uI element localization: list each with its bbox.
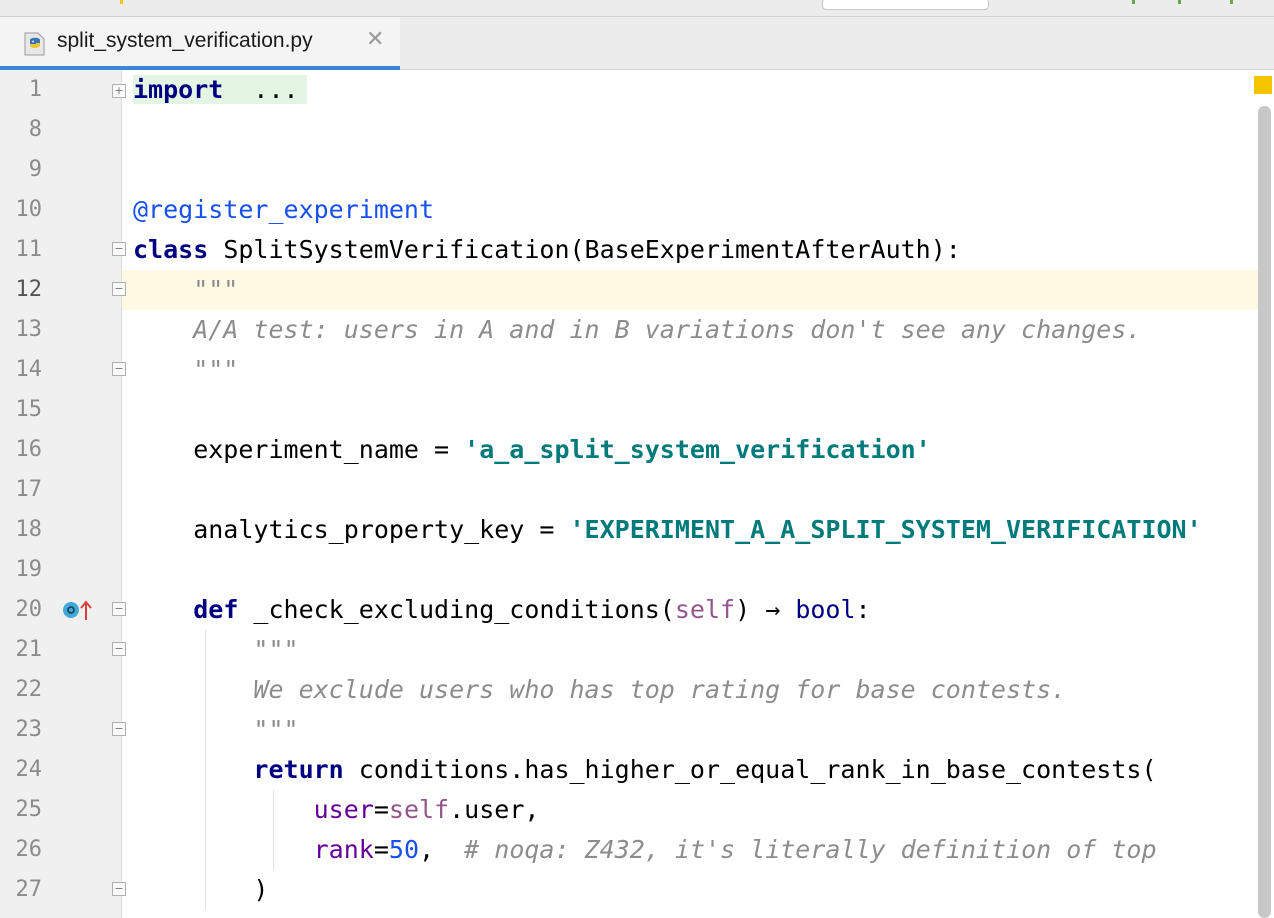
assignment: experiment_name = <box>133 435 465 464</box>
fold-end-icon[interactable]: − <box>112 362 126 376</box>
return-type: bool <box>795 595 856 624</box>
top-toolbar <box>0 0 1274 17</box>
editor-tab[interactable]: split_system_verification.py ✕ <box>0 17 400 70</box>
line-number: 8 <box>28 117 42 142</box>
code-line-10: @register_experiment <box>133 190 434 230</box>
code-line-27: ) <box>133 875 269 904</box>
close-tab-icon[interactable]: ✕ <box>366 27 384 52</box>
line-number: 24 <box>15 757 43 782</box>
code-line-20: def _check_excluding_conditions(self) → … <box>133 590 871 630</box>
string-literal: 'a_a_split_system_verification' <box>464 435 931 464</box>
line-number: 17 <box>15 477 43 502</box>
class-declaration: SplitSystemVerification(BaseExperimentAf… <box>208 235 961 264</box>
keyword: import <box>133 75 224 104</box>
python-file-icon <box>24 32 45 56</box>
line-number: 13 <box>15 317 43 342</box>
keyword-argument: user <box>313 795 374 824</box>
inline-comment: # noqa: Z432, it's literally definition … <box>464 835 1157 864</box>
code-line-23: """ <box>133 715 299 744</box>
fold-collapse-icon[interactable]: − <box>112 602 126 616</box>
return-arrow: ) → <box>735 595 796 624</box>
code-editor[interactable]: 1 8 9 10 11 12 13 14 15 16 17 18 19 20 2… <box>0 70 1274 918</box>
code-line-18: analytics_property_key = 'EXPERIMENT_A_A… <box>133 510 1202 550</box>
vertical-scrollbar[interactable] <box>1258 106 1271 918</box>
line-number: 22 <box>15 677 43 702</box>
code-line-14: """ <box>133 355 239 384</box>
colon: : <box>855 595 871 624</box>
fold-collapse-icon[interactable]: − <box>112 642 126 656</box>
line-number: 26 <box>15 837 43 862</box>
fold-end-icon[interactable]: − <box>112 722 126 736</box>
equals: = <box>373 795 389 824</box>
equals: = <box>373 835 389 864</box>
line-number: 10 <box>15 197 43 222</box>
assignment: analytics_property_key = <box>133 515 570 544</box>
folded-imports[interactable]: import ... <box>133 75 307 104</box>
line-number: 18 <box>15 517 43 542</box>
line-number: 11 <box>15 237 43 262</box>
function-call: conditions.has_higher_or_equal_rank_in_b… <box>343 755 1157 784</box>
fold-end-icon[interactable]: − <box>112 882 126 896</box>
code-line-22: We exclude users who has top rating for … <box>133 675 1067 704</box>
code-line-12: """ <box>133 275 239 304</box>
line-number: 16 <box>15 437 43 462</box>
line-number: 20 <box>15 597 43 622</box>
code-line-24: return conditions.has_higher_or_equal_ra… <box>133 750 1157 790</box>
number-literal: 50 <box>388 835 420 864</box>
line-number-current: 12 <box>15 277 43 302</box>
fold-collapse-icon[interactable]: − <box>112 242 126 256</box>
keyword-argument: rank <box>313 835 374 864</box>
code-line-21: """ <box>133 635 299 664</box>
toolbar-icon[interactable] <box>1132 0 1135 4</box>
line-number: 27 <box>15 877 43 902</box>
line-number: 21 <box>15 637 43 662</box>
decorator: @register_experiment <box>133 195 435 224</box>
fold-expand-icon[interactable]: + <box>112 84 126 98</box>
keyword: def <box>193 595 239 624</box>
line-number: 15 <box>15 397 43 422</box>
line-number: 14 <box>15 357 43 382</box>
warning-marker-icon[interactable] <box>1254 76 1272 94</box>
line-number: 9 <box>28 157 42 182</box>
function-name: _check_excluding_conditions( <box>238 595 675 624</box>
toolbar-icon[interactable] <box>120 0 123 4</box>
comma: , <box>419 835 465 864</box>
line-number: 25 <box>15 797 43 822</box>
code-line-1: import ... <box>133 70 307 110</box>
code-line-25: user=self.user, <box>133 790 540 830</box>
folded-placeholder: ... <box>223 75 299 104</box>
keyword: class <box>133 235 209 264</box>
code-line-13: A/A test: users in A and in B variations… <box>133 315 1142 344</box>
toolbar-search-field[interactable] <box>822 0 989 10</box>
code-line-16: experiment_name = 'a_a_split_system_veri… <box>133 430 931 470</box>
method-override-icon[interactable] <box>62 598 92 622</box>
string-literal: 'EXPERIMENT_A_A_SPLIT_SYSTEM_VERIFICATIO… <box>569 515 1202 544</box>
self-ref: self <box>388 795 450 824</box>
code-line-26: rank=50, # noqa: Z432, it's literally de… <box>133 830 1157 870</box>
attribute: .user, <box>449 795 540 824</box>
keyword: return <box>253 755 344 784</box>
toolbar-icon[interactable] <box>1178 0 1181 4</box>
line-number: 1 <box>28 77 42 102</box>
fold-collapse-icon[interactable]: − <box>112 282 126 296</box>
editor-tab-bar: split_system_verification.py ✕ <box>0 17 1274 70</box>
tab-filename: split_system_verification.py <box>57 29 313 52</box>
self-param: self <box>674 595 736 624</box>
line-number: 19 <box>15 557 43 582</box>
toolbar-icon[interactable] <box>1230 0 1233 4</box>
code-line-11: class SplitSystemVerification(BaseExperi… <box>133 230 961 270</box>
line-number: 23 <box>15 717 43 742</box>
